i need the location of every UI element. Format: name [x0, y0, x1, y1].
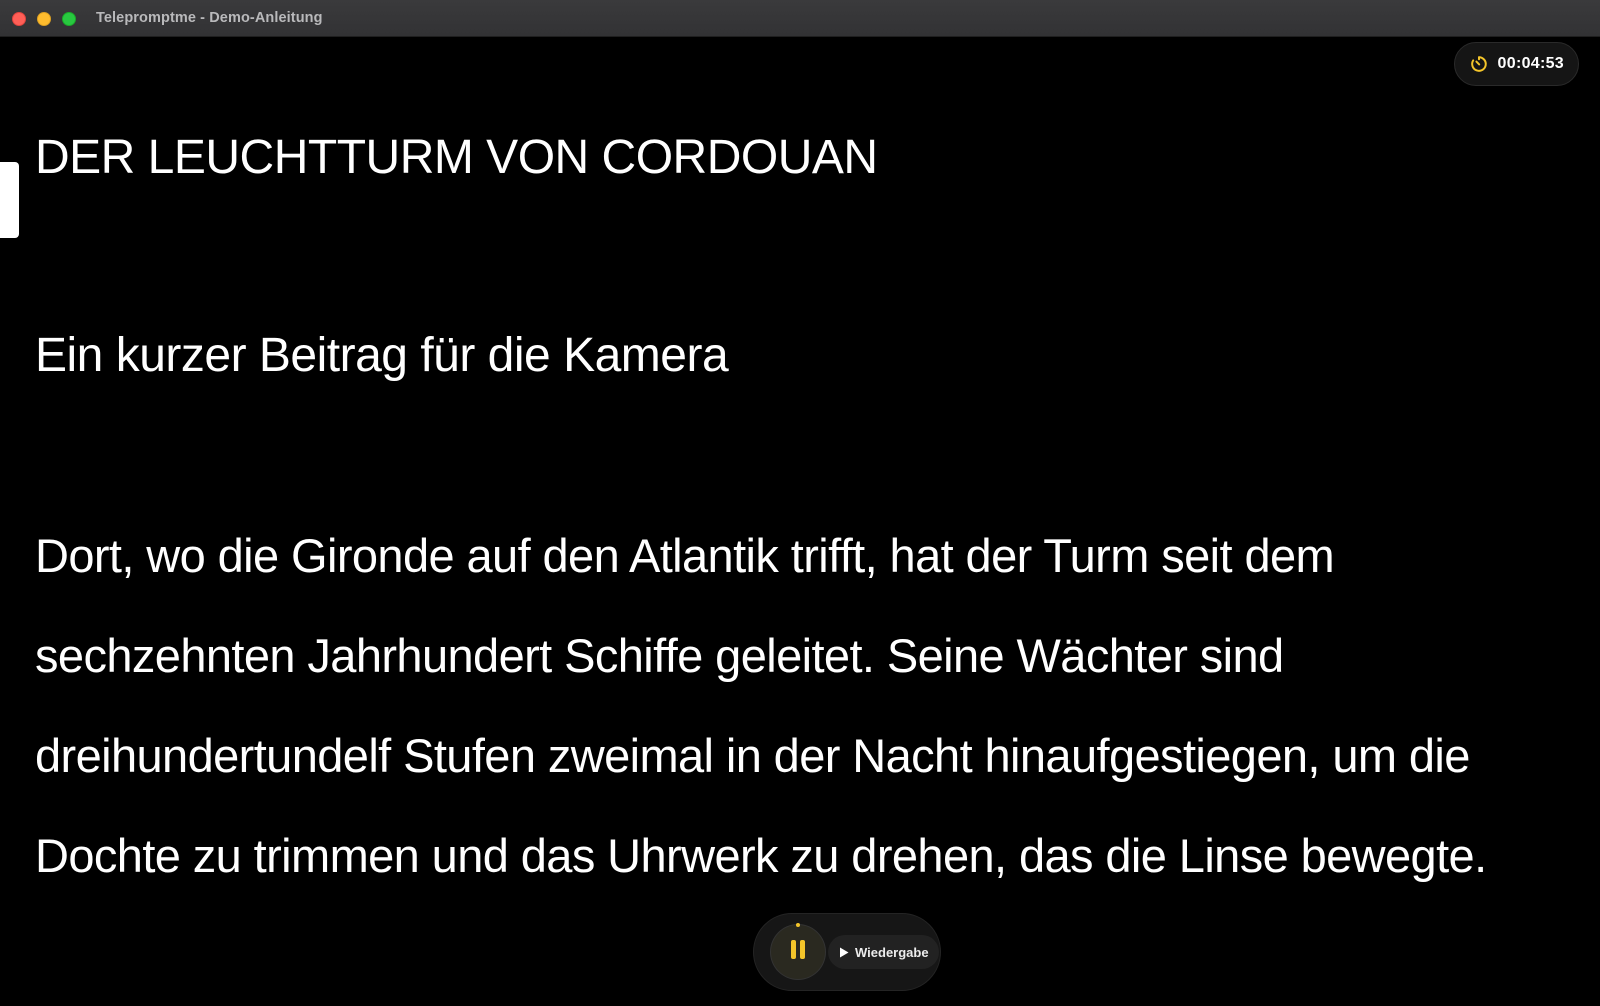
speed-indicator-dot — [796, 923, 800, 927]
script-line: dreihundertundelf Stufen zweimal in der … — [35, 729, 1470, 782]
script-line: Dort, wo die Gironde auf den Atlantik tr… — [35, 529, 1335, 582]
minimize-window-button[interactable] — [37, 12, 51, 26]
close-window-button[interactable] — [12, 12, 26, 26]
playback-label: Wiedergabe — [855, 944, 929, 960]
timer-icon — [1470, 56, 1487, 72]
playback-button[interactable]: Wiedergabe — [828, 935, 939, 969]
window-title: Telepromptme - Demo-Anleitung — [96, 10, 323, 26]
script-subtitle: Ein kurzer Beitrag für die Kamera — [35, 329, 729, 382]
pause-button[interactable] — [771, 923, 825, 979]
script-title: DER LEUCHTTURM VON CORDOUAN — [35, 131, 878, 184]
reading-position-marker[interactable] — [0, 162, 19, 238]
script-line: sechzehnten Jahrhundert Schiffe geleitet… — [35, 629, 1284, 682]
timer-value: 00:04:53 — [1497, 55, 1564, 72]
elapsed-timer[interactable]: 00:04:53 — [1453, 42, 1579, 86]
zoom-window-button[interactable] — [62, 12, 76, 26]
play-icon — [840, 947, 849, 957]
pause-icon — [789, 940, 807, 964]
teleprompter-window: Telepromptme - Demo-Anleitung 00:04:53 D… — [0, 0, 1600, 1006]
script-line: Dochte zu trimmen und das Uhrwerk zu dre… — [35, 829, 1487, 882]
playback-controls: Wiedergabe — [753, 913, 941, 991]
title-bar[interactable]: Telepromptme - Demo-Anleitung — [0, 0, 1600, 37]
